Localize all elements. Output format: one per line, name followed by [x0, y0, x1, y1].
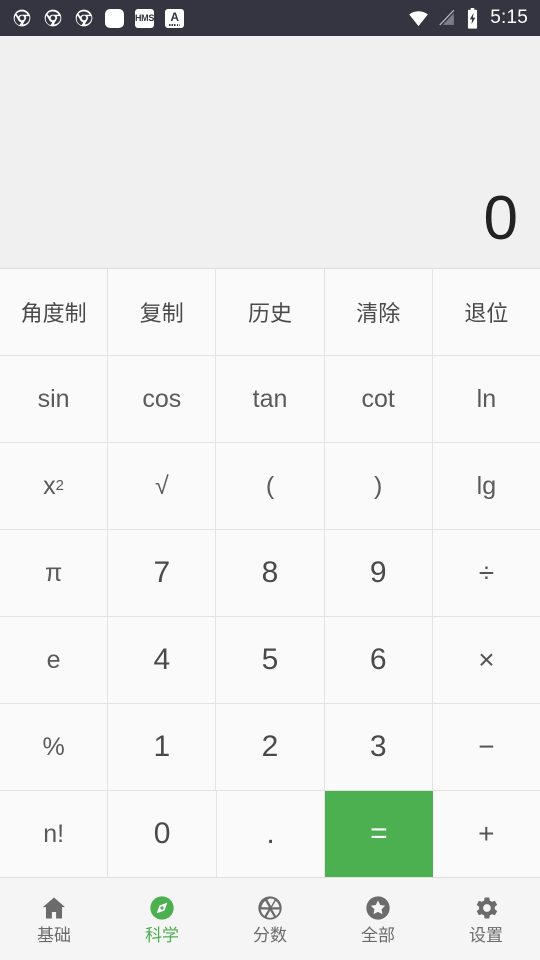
- nav-settings[interactable]: 设置: [432, 878, 540, 960]
- compass-icon: [148, 894, 176, 922]
- key-pi[interactable]: π: [0, 530, 109, 616]
- key-clear[interactable]: 清除: [324, 269, 433, 355]
- key-1[interactable]: 1: [108, 704, 217, 790]
- key-decimal[interactable]: .: [216, 791, 326, 877]
- key-equals[interactable]: =: [325, 791, 433, 877]
- key-cot[interactable]: cot: [324, 356, 433, 442]
- keypad-row: π 7 8 9 ÷: [0, 530, 540, 617]
- calculator-display[interactable]: 0: [0, 36, 540, 268]
- nav-fraction[interactable]: 分数: [216, 878, 324, 960]
- keypad-row: x2 √ ( ) lg: [0, 443, 540, 530]
- keypad: 角度制 复制 历史 清除 退位 sin cos tan cot ln x2 √ …: [0, 268, 540, 877]
- key-factorial[interactable]: n!: [0, 791, 109, 877]
- signal-off-icon: [438, 9, 457, 28]
- a-text-icon: A: [165, 8, 184, 28]
- star-circle-icon: [364, 894, 392, 922]
- key-4[interactable]: 4: [108, 617, 217, 703]
- key-8[interactable]: 8: [216, 530, 325, 616]
- nav-all-label: 全部: [361, 926, 395, 945]
- battery-charging-icon: [466, 7, 479, 29]
- key-degree-mode[interactable]: 角度制: [0, 269, 109, 355]
- key-subtract[interactable]: −: [432, 704, 540, 790]
- chrome-icon: [74, 8, 94, 28]
- status-bar-right-icons: 5:15: [408, 7, 528, 29]
- keypad-row: e 4 5 6 ×: [0, 617, 540, 704]
- key-2[interactable]: 2: [216, 704, 325, 790]
- wifi-icon: [408, 10, 429, 27]
- keypad-row: % 1 2 3 −: [0, 704, 540, 791]
- status-bar-clock: 5:15: [490, 7, 528, 28]
- key-0[interactable]: 0: [108, 791, 217, 877]
- key-6[interactable]: 6: [324, 617, 433, 703]
- key-tan[interactable]: tan: [216, 356, 325, 442]
- gear-icon: [472, 894, 500, 922]
- status-bar: HMS A 5:15: [0, 0, 540, 36]
- key-divide[interactable]: ÷: [432, 530, 540, 616]
- nav-all[interactable]: 全部: [324, 878, 432, 960]
- key-paren-close[interactable]: ): [324, 443, 433, 529]
- key-add[interactable]: +: [432, 791, 540, 877]
- nav-scientific-label: 科学: [145, 926, 179, 945]
- calculator-app: HMS A 5:15 0 角度制 复制 历史 清除 退位 sin cos tan…: [0, 0, 540, 960]
- chrome-icon: [12, 8, 32, 28]
- display-value: 0: [483, 184, 518, 253]
- key-9[interactable]: 9: [324, 530, 433, 616]
- bottom-navigation: 基础 科学 分数 全部 设置: [0, 877, 540, 960]
- key-paren-open[interactable]: (: [216, 443, 325, 529]
- key-log10[interactable]: lg: [432, 443, 540, 529]
- key-percent[interactable]: %: [0, 704, 109, 790]
- key-sin[interactable]: sin: [0, 356, 109, 442]
- chrome-icon: [43, 8, 63, 28]
- nav-settings-label: 设置: [469, 926, 503, 945]
- key-copy[interactable]: 复制: [108, 269, 217, 355]
- keypad-row: 角度制 复制 历史 清除 退位: [0, 269, 540, 356]
- status-bar-left-icons: HMS A: [12, 8, 184, 28]
- key-history[interactable]: 历史: [216, 269, 325, 355]
- key-multiply[interactable]: ×: [432, 617, 540, 703]
- key-3[interactable]: 3: [324, 704, 433, 790]
- hms-icon: HMS: [135, 8, 154, 28]
- key-sqrt[interactable]: √: [108, 443, 217, 529]
- nav-scientific[interactable]: 科学: [108, 878, 216, 960]
- key-ln[interactable]: ln: [432, 356, 540, 442]
- keypad-row: sin cos tan cot ln: [0, 356, 540, 443]
- key-cos[interactable]: cos: [108, 356, 217, 442]
- nav-fraction-label: 分数: [253, 926, 287, 945]
- keypad-row: n! 0 . = +: [0, 791, 540, 877]
- key-7[interactable]: 7: [108, 530, 217, 616]
- key-e[interactable]: e: [0, 617, 109, 703]
- aperture-icon: [256, 894, 284, 922]
- home-icon: [40, 894, 68, 922]
- key-5[interactable]: 5: [216, 617, 325, 703]
- nav-basic[interactable]: 基础: [0, 878, 108, 960]
- key-square[interactable]: x2: [0, 443, 109, 529]
- nav-basic-label: 基础: [37, 926, 71, 945]
- key-backspace[interactable]: 退位: [432, 269, 540, 355]
- rounded-square-icon: [105, 8, 124, 28]
